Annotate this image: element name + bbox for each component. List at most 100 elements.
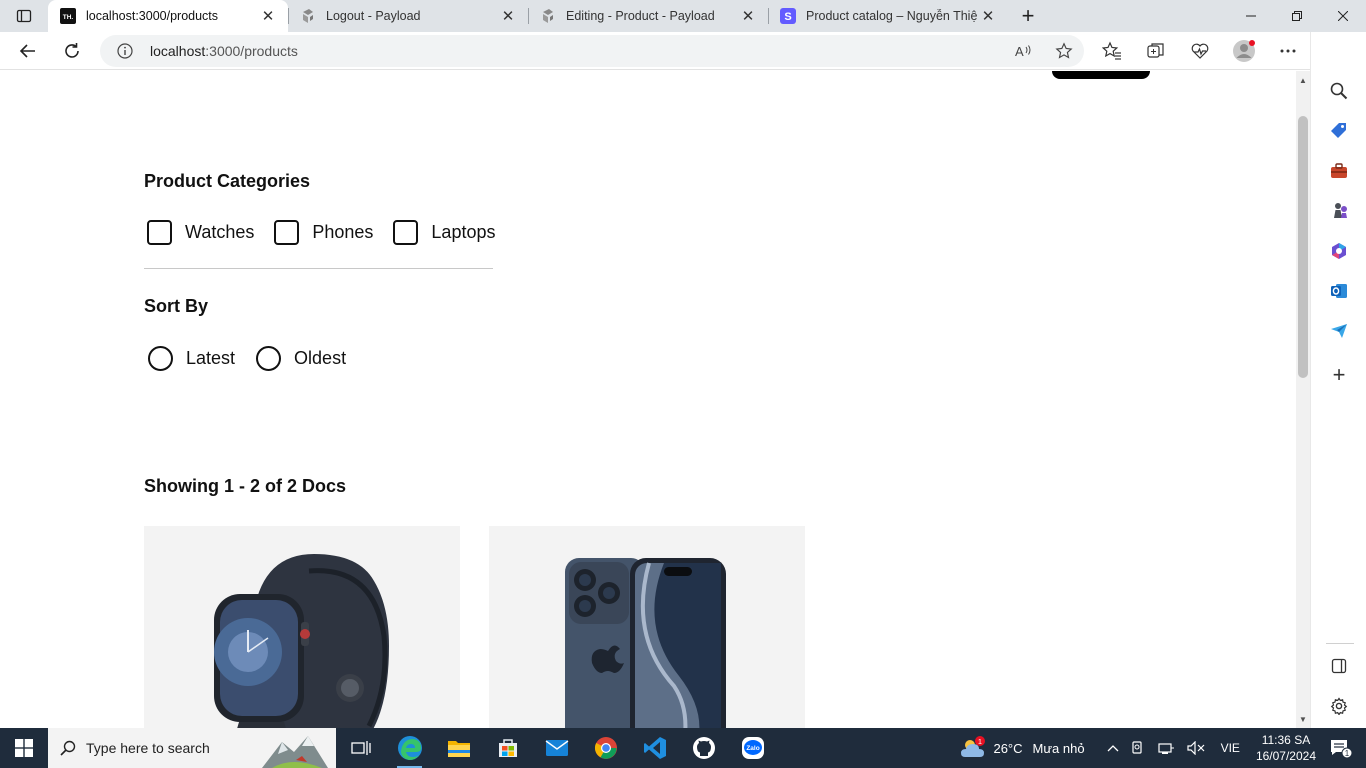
address-bar[interactable]: localhost:3000/products A bbox=[100, 35, 1084, 67]
close-tab-icon[interactable]: ✕ bbox=[498, 6, 518, 26]
clock[interactable]: 11:36 SA 16/07/2024 bbox=[1250, 728, 1322, 768]
close-window-button[interactable] bbox=[1320, 0, 1366, 32]
tab-logout-payload[interactable]: Logout - Payload ✕ bbox=[288, 0, 528, 32]
url-host: localhost bbox=[150, 43, 206, 59]
checkbox-laptops[interactable] bbox=[393, 220, 419, 245]
sidebar-panel-icon bbox=[1331, 658, 1347, 674]
stripe-logo-icon: S bbox=[780, 8, 796, 24]
sidebar-outlook-button[interactable] bbox=[1311, 273, 1366, 309]
product-card[interactable] bbox=[489, 526, 805, 728]
payload-logo-icon bbox=[300, 8, 316, 24]
tab-product-catalog[interactable]: S Product catalog – Nguyễn Thiện ✕ bbox=[768, 0, 1008, 32]
close-tab-icon[interactable]: ✕ bbox=[978, 6, 998, 26]
collections-icon bbox=[1147, 43, 1164, 58]
input-language-indicator[interactable]: VIE bbox=[1211, 728, 1250, 768]
start-button[interactable] bbox=[0, 728, 48, 768]
taskbar-microsoft-store[interactable] bbox=[483, 728, 532, 768]
weather-alert-badge: 1 bbox=[978, 737, 982, 746]
more-dots-icon bbox=[1280, 49, 1296, 53]
heart-pulse-icon bbox=[1191, 43, 1209, 59]
scroll-down-arrow-icon[interactable]: ▼ bbox=[1296, 712, 1310, 726]
restore-button[interactable] bbox=[1274, 0, 1320, 32]
chess-piece-icon bbox=[1334, 203, 1347, 218]
tab-actions-icon bbox=[16, 9, 32, 23]
radio-latest[interactable] bbox=[148, 346, 173, 371]
favorites-button[interactable] bbox=[1090, 32, 1134, 70]
tab-actions-button[interactable] bbox=[0, 0, 48, 32]
sidebar-games-button[interactable] bbox=[1311, 193, 1366, 229]
settings-more-button[interactable] bbox=[1266, 32, 1310, 70]
svg-text:TH.: TH. bbox=[63, 14, 74, 21]
volume-button[interactable] bbox=[1181, 728, 1211, 768]
radio-oldest[interactable] bbox=[256, 346, 282, 371]
microsoft365-icon bbox=[1332, 243, 1346, 259]
outlook-icon bbox=[1331, 284, 1347, 298]
taskbar-github-desktop[interactable] bbox=[679, 728, 728, 768]
site-info-icon[interactable] bbox=[100, 43, 150, 59]
category-label-phones[interactable]: Phones bbox=[312, 222, 373, 243]
network-button[interactable] bbox=[1151, 728, 1181, 768]
checkbox-watches[interactable] bbox=[147, 220, 172, 245]
scroll-up-arrow-icon[interactable]: ▲ bbox=[1296, 73, 1310, 87]
close-icon bbox=[1338, 11, 1348, 21]
sort-label-oldest[interactable]: Oldest bbox=[294, 348, 346, 369]
scrollbar-thumb[interactable] bbox=[1298, 116, 1308, 378]
minimize-button[interactable] bbox=[1228, 0, 1274, 32]
taskbar-mail[interactable] bbox=[532, 728, 581, 768]
tab-editing-product-payload[interactable]: Editing - Product - Payload ✕ bbox=[528, 0, 768, 32]
plus-icon: + bbox=[1332, 362, 1346, 387]
sidebar-tools-button[interactable] bbox=[1311, 153, 1366, 189]
sort-label-latest[interactable]: Latest bbox=[186, 348, 235, 369]
taskbar-vscode[interactable] bbox=[630, 728, 679, 768]
notification-count: 1 bbox=[1345, 749, 1350, 758]
tab-title: localhost:3000/products bbox=[86, 9, 219, 23]
tab-localhost-products[interactable]: TH. localhost:3000/products ✕ bbox=[48, 0, 288, 32]
category-label-laptops[interactable]: Laptops bbox=[431, 222, 495, 243]
taskbar-edge[interactable] bbox=[385, 728, 434, 768]
product-card[interactable] bbox=[144, 526, 460, 728]
favorites-icon bbox=[1102, 41, 1121, 60]
task-view-button[interactable] bbox=[336, 728, 385, 768]
taskbar-file-explorer[interactable] bbox=[434, 728, 483, 768]
github-icon bbox=[692, 737, 715, 759]
page-viewport: Product Categories Watches Phones Laptop… bbox=[0, 71, 1296, 728]
taskbar-zalo[interactable]: Zalo bbox=[728, 728, 777, 768]
sidebar-search-button[interactable] bbox=[1311, 73, 1366, 109]
sidebar-hide-button[interactable] bbox=[1311, 648, 1366, 684]
sidebar-settings-button[interactable] bbox=[1311, 688, 1366, 724]
mail-icon bbox=[545, 740, 568, 756]
page-scrollbar[interactable]: ▲ ▼ bbox=[1296, 71, 1310, 728]
back-button[interactable] bbox=[6, 32, 50, 70]
profile-button[interactable] bbox=[1222, 32, 1266, 70]
weather-widget[interactable]: 1 26°C Mưa nhỏ bbox=[953, 728, 1090, 768]
show-hidden-icons-button[interactable] bbox=[1101, 728, 1125, 768]
read-aloud-icon[interactable]: A bbox=[1004, 43, 1044, 59]
collections-button[interactable] bbox=[1134, 32, 1178, 70]
notification-center-button[interactable]: 1 bbox=[1322, 728, 1366, 768]
sort-title: Sort By bbox=[144, 296, 209, 316]
payload-logo-icon bbox=[540, 8, 556, 24]
performance-button[interactable] bbox=[1178, 32, 1222, 70]
close-tab-icon[interactable]: ✕ bbox=[738, 6, 758, 26]
device-icon-button[interactable] bbox=[1125, 728, 1151, 768]
category-label-watches[interactable]: Watches bbox=[185, 222, 254, 243]
edge-sidebar: + bbox=[1310, 32, 1366, 728]
checkbox-phones[interactable] bbox=[274, 220, 300, 245]
sidebar-microsoft365-button[interactable] bbox=[1311, 233, 1366, 269]
refresh-button[interactable] bbox=[50, 32, 94, 70]
sort-options: Latest Oldest bbox=[148, 346, 367, 371]
search-icon bbox=[60, 740, 76, 756]
folder-icon bbox=[447, 741, 470, 757]
taskbar-chrome[interactable] bbox=[581, 728, 630, 768]
sidebar-add-button[interactable]: + bbox=[1311, 357, 1366, 393]
sidebar-shopping-button[interactable] bbox=[1311, 113, 1366, 149]
favorite-star-icon[interactable] bbox=[1044, 42, 1084, 60]
sidebar-drop-button[interactable] bbox=[1311, 313, 1366, 349]
ethernet-icon bbox=[1157, 743, 1174, 754]
new-tab-button[interactable]: + bbox=[1008, 0, 1048, 32]
header-button[interactable] bbox=[1052, 71, 1150, 79]
svg-text:A: A bbox=[1015, 44, 1024, 59]
filter-divider bbox=[144, 268, 493, 269]
close-tab-icon[interactable]: ✕ bbox=[258, 6, 278, 26]
taskbar-search-box[interactable]: Type here to search bbox=[48, 728, 336, 768]
